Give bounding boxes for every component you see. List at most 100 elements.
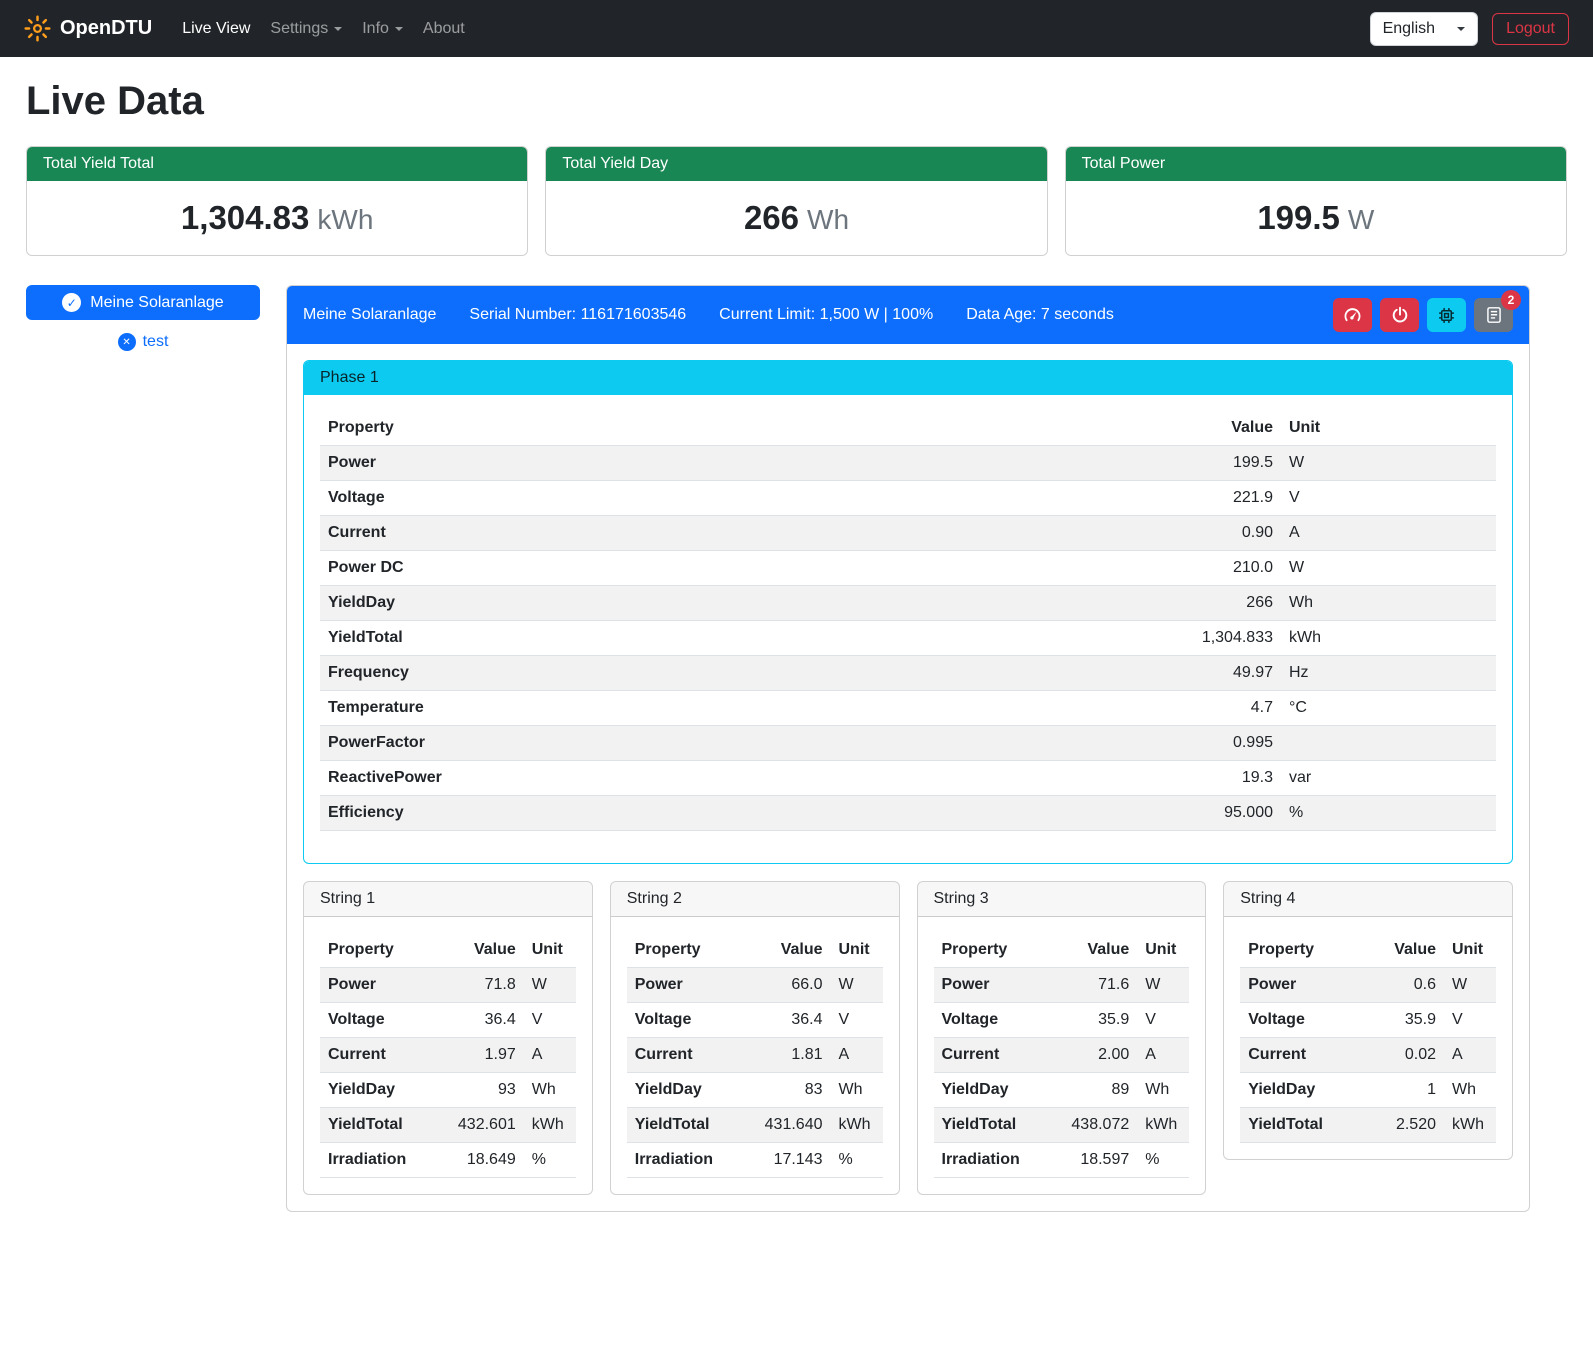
table-row: YieldTotal432.601kWh [320, 1108, 576, 1143]
unit-cell: Wh [831, 1073, 883, 1108]
property-cell: YieldTotal [320, 621, 1151, 656]
unit-cell: var [1281, 761, 1496, 796]
chevron-down-icon [1457, 27, 1465, 31]
logout-button[interactable]: Logout [1492, 13, 1569, 45]
property-cell: Current [320, 1038, 439, 1073]
table-row: Voltage36.4V [320, 1003, 576, 1038]
unit-cell: kWh [1281, 621, 1496, 656]
summary-card-value: 1,304.83 [181, 199, 309, 236]
value-cell: 71.6 [1052, 968, 1137, 1003]
table-row: Irradiation18.597% [934, 1143, 1190, 1178]
value-cell: 1.97 [439, 1038, 524, 1073]
limit-settings-button[interactable] [1333, 298, 1372, 332]
unit-cell: A [1281, 516, 1496, 551]
table-row: Current0.90A [320, 516, 1496, 551]
value-cell: 199.5 [1151, 446, 1281, 481]
nav-info[interactable]: Info [352, 12, 413, 46]
string-table: Property Value Unit Power0.6WVoltage35.9… [1240, 933, 1496, 1143]
summary-card-value: 199.5 [1257, 199, 1340, 236]
string-title: String 3 [918, 882, 1206, 917]
column-property: Property [934, 933, 1053, 968]
property-cell: YieldTotal [627, 1108, 746, 1143]
table-row: ReactivePower19.3var [320, 761, 1496, 796]
phase-table: Property Value Unit Power199.5WVoltage22… [320, 411, 1496, 831]
column-property: Property [1240, 933, 1359, 968]
unit-cell [1281, 726, 1496, 761]
power-icon [1391, 306, 1409, 324]
nav-live-view[interactable]: Live View [172, 12, 260, 46]
brand-label: OpenDTU [60, 17, 152, 40]
table-row: YieldDay89Wh [934, 1073, 1190, 1108]
unit-cell: kWh [1137, 1108, 1189, 1143]
column-unit: Unit [831, 933, 883, 968]
table-row: Frequency49.97Hz [320, 656, 1496, 691]
value-cell: 36.4 [439, 1003, 524, 1038]
table-row: Voltage221.9V [320, 481, 1496, 516]
table-row: Current1.97A [320, 1038, 576, 1073]
table-row: Current1.81A [627, 1038, 883, 1073]
column-property: Property [320, 933, 439, 968]
table-header-row: Property Value Unit [320, 411, 1496, 446]
page-title: Live Data [26, 79, 1567, 124]
chevron-down-icon [334, 27, 342, 31]
value-cell: 66.0 [746, 968, 831, 1003]
value-cell: 432.601 [439, 1108, 524, 1143]
property-cell: YieldDay [320, 1073, 439, 1108]
property-cell: Voltage [320, 1003, 439, 1038]
nav-settings[interactable]: Settings [260, 12, 352, 46]
unit-cell: W [831, 968, 883, 1003]
inverter-sidebar: ✓ Meine Solaranlage ✕ test [26, 285, 260, 351]
inverter-card: Meine Solaranlage Serial Number: 1161716… [286, 285, 1530, 1212]
property-cell: ReactivePower [320, 761, 1151, 796]
column-unit: Unit [524, 933, 576, 968]
value-cell: 221.9 [1151, 481, 1281, 516]
column-value: Value [1359, 933, 1444, 968]
table-row: YieldTotal431.640kWh [627, 1108, 883, 1143]
property-cell: YieldDay [1240, 1073, 1359, 1108]
property-cell: Power [1240, 968, 1359, 1003]
property-cell: YieldTotal [320, 1108, 439, 1143]
property-cell: Voltage [1240, 1003, 1359, 1038]
property-cell: Irradiation [627, 1143, 746, 1178]
string-card-4: String 4 Property Value Unit [1223, 881, 1513, 1160]
nav-settings-label: Settings [270, 20, 328, 38]
sidebar-item-label: test [143, 333, 169, 351]
inverter-header: Meine Solaranlage Serial Number: 1161716… [287, 286, 1529, 344]
value-cell: 266 [1151, 586, 1281, 621]
sidebar-item-meine-solaranlage[interactable]: ✓ Meine Solaranlage [26, 285, 260, 320]
property-cell: YieldDay [934, 1073, 1053, 1108]
unit-cell: W [1137, 968, 1189, 1003]
value-cell: 18.649 [439, 1143, 524, 1178]
table-header-row: Property Value Unit [320, 933, 576, 968]
unit-cell: W [524, 968, 576, 1003]
nav-about[interactable]: About [413, 12, 475, 46]
table-row: PowerFactor0.995 [320, 726, 1496, 761]
string-card-2: String 2 Property Value Unit [610, 881, 900, 1195]
property-cell: YieldDay [627, 1073, 746, 1108]
value-cell: 431.640 [746, 1108, 831, 1143]
value-cell: 18.597 [1052, 1143, 1137, 1178]
unit-cell: Hz [1281, 656, 1496, 691]
unit-cell: Wh [1281, 586, 1496, 621]
property-cell: Current [320, 516, 1151, 551]
value-cell: 0.995 [1151, 726, 1281, 761]
property-cell: YieldTotal [934, 1108, 1053, 1143]
device-info-button[interactable] [1427, 298, 1466, 332]
property-cell: PowerFactor [320, 726, 1151, 761]
string-title: String 2 [611, 882, 899, 917]
unit-cell: V [1281, 481, 1496, 516]
property-cell: Power [627, 968, 746, 1003]
event-log-button[interactable]: 2 [1474, 298, 1513, 332]
unit-cell: V [1137, 1003, 1189, 1038]
language-select[interactable]: English [1370, 12, 1478, 46]
property-cell: Voltage [934, 1003, 1053, 1038]
language-select-value: English [1383, 20, 1435, 38]
journal-icon [1485, 306, 1503, 324]
unit-cell: V [524, 1003, 576, 1038]
sidebar-item-test[interactable]: ✕ test [26, 333, 260, 351]
summary-card-total-yield-total: Total Yield Total 1,304.83kWh [26, 146, 528, 256]
brand[interactable]: OpenDTU [24, 15, 152, 42]
property-cell: Irradiation [320, 1143, 439, 1178]
power-button[interactable] [1380, 298, 1419, 332]
value-cell: 36.4 [746, 1003, 831, 1038]
